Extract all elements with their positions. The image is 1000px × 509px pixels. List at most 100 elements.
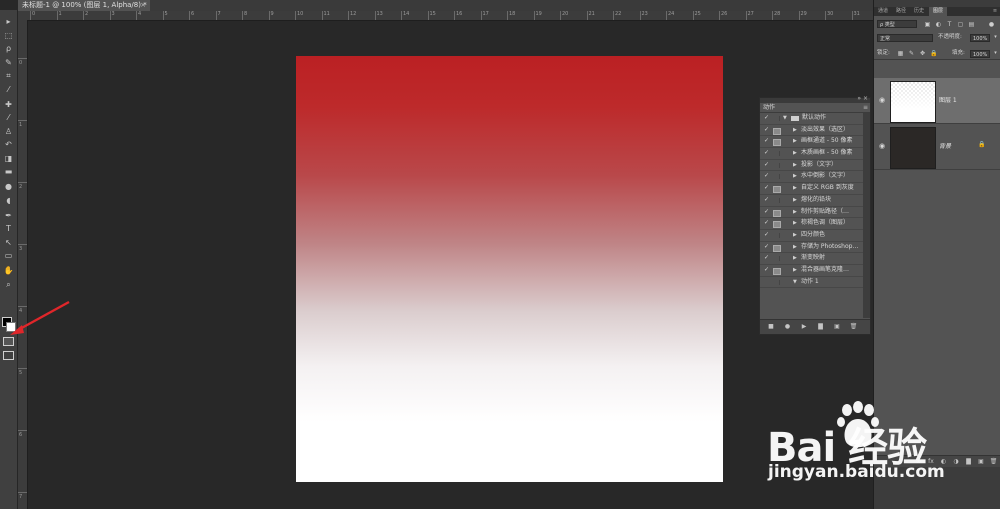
dialog-toggle-icon[interactable] [773, 127, 781, 135]
delete-button[interactable]: 🗑 [849, 322, 859, 332]
lock-paint-icon[interactable]: ✎ [908, 50, 915, 57]
check-icon[interactable]: ✓ [763, 113, 770, 123]
quick-select-tool[interactable]: ✎ [2, 57, 15, 68]
close-icon[interactable]: × [140, 0, 146, 11]
eye-icon[interactable]: ◉ [877, 96, 887, 104]
disclosure-triangle-icon[interactable]: ▼ [793, 277, 797, 287]
action-row[interactable]: ✓ ▶ 投影（文字） [760, 160, 863, 172]
play-button[interactable]: ▶ [799, 322, 809, 332]
action-row[interactable]: ✓ ▶ 渐变映射 [760, 253, 863, 265]
document-canvas[interactable] [296, 56, 723, 482]
dialog-toggle-icon[interactable] [773, 244, 781, 252]
stop-button[interactable]: ■ [766, 322, 776, 332]
disclosure-triangle-icon[interactable]: ▶ [793, 125, 797, 135]
opacity-input[interactable]: 100% [970, 34, 990, 42]
actions-scrollbar[interactable] [863, 113, 870, 318]
check-icon[interactable]: ✓ [763, 207, 770, 217]
tab-paths[interactable]: 路径 [893, 7, 909, 16]
check-icon[interactable]: ✓ [763, 171, 770, 181]
dialog-toggle-icon[interactable] [773, 186, 781, 194]
check-icon[interactable]: ✓ [763, 148, 770, 158]
dialog-toggle-icon[interactable] [773, 174, 780, 180]
dialog-toggle-icon[interactable] [773, 139, 781, 147]
dialog-toggle-icon[interactable] [773, 267, 781, 275]
collapse-icon[interactable]: » × [857, 95, 868, 102]
panel-menu-icon[interactable]: ≡ [863, 103, 868, 112]
layer-filter-select[interactable]: ρ 类型 [877, 20, 917, 28]
filter-smart-icon[interactable]: ▤ [968, 21, 975, 28]
action-row[interactable]: ✓ ▶ 混合器画笔克隆… [760, 265, 863, 277]
dialog-toggle-icon[interactable] [773, 256, 780, 262]
gradient-tool[interactable]: ▬ [2, 166, 15, 177]
stamp-tool[interactable]: ♙ [2, 126, 15, 137]
new-action-button[interactable]: ▣ [832, 322, 842, 332]
type-tool[interactable]: T [2, 223, 15, 234]
fill-input[interactable]: 100% [970, 50, 990, 58]
action-row[interactable]: ▼ 动作 1 [760, 277, 863, 289]
zoom-tool[interactable]: ⌕ [2, 279, 15, 290]
disclosure-triangle-icon[interactable]: ▶ [793, 218, 797, 228]
move-tool[interactable]: ▸ [2, 16, 15, 27]
filter-toggle-icon[interactable]: ● [988, 21, 995, 28]
check-icon[interactable]: ✓ [763, 136, 770, 146]
disclosure-triangle-icon[interactable]: ▶ [793, 148, 797, 158]
eraser-tool[interactable]: ◨ [2, 153, 15, 164]
dialog-toggle-icon[interactable] [773, 197, 780, 203]
check-icon[interactable]: ✓ [763, 160, 770, 170]
blur-tool[interactable]: ● [2, 181, 15, 192]
ruler-horizontal[interactable]: 0 1 2 3 4 5 6 7 8 9 10 11 12 13 14 15 16 17 18 19 20 21 22 23 24… [18, 11, 873, 21]
check-icon[interactable]: ✓ [763, 195, 770, 205]
action-row[interactable]: ✓ ▶ 存储为 Photoshop… [760, 242, 863, 254]
action-row[interactable]: ✓ ▶ 棕褐色调（图层） [760, 218, 863, 230]
dodge-tool[interactable]: ◖ [2, 195, 15, 206]
action-row[interactable]: ✓ ▶ 制作剪贴路径（… [760, 207, 863, 219]
opacity-dropdown-icon[interactable]: ▾ [992, 34, 999, 41]
dialog-toggle-icon[interactable] [773, 232, 780, 238]
healing-tool[interactable]: ✚ [2, 99, 15, 110]
path-select-tool[interactable]: ↖ [2, 237, 15, 248]
disclosure-triangle-icon[interactable]: ▶ [793, 171, 797, 181]
layer-name[interactable]: 背景 [939, 141, 951, 150]
tab-history[interactable]: 历史 [911, 7, 927, 16]
disclosure-triangle-icon[interactable]: ▶ [793, 230, 797, 240]
lock-position-icon[interactable]: ✥ [919, 50, 926, 57]
action-row[interactable]: ✓ ▶ 自定义 RGB 到灰度 [760, 183, 863, 195]
record-button[interactable]: ● [783, 322, 793, 332]
blend-mode-select[interactable]: 正常 [877, 34, 933, 42]
disclosure-triangle-icon[interactable]: ▼ [783, 113, 787, 123]
filter-adjust-icon[interactable]: ◐ [935, 21, 942, 28]
layer-row[interactable]: ◉ 图层 1 [874, 78, 1000, 124]
action-row[interactable]: ✓ ▶ 四分颜色 [760, 230, 863, 242]
eye-icon[interactable]: ◉ [877, 142, 887, 150]
filter-type-icon[interactable]: T [946, 21, 953, 28]
crop-tool[interactable]: ⌗ [2, 70, 15, 81]
shape-tool[interactable]: ▭ [2, 250, 15, 261]
marquee-tool[interactable]: ⬚ [2, 30, 15, 41]
ruler-vertical[interactable]: 01234567 [18, 20, 28, 509]
disclosure-triangle-icon[interactable]: ▶ [793, 195, 797, 205]
layer-row[interactable]: ◉ 背景 🔒 [874, 124, 1000, 170]
disclosure-triangle-icon[interactable]: ▶ [793, 253, 797, 263]
layer-name[interactable]: 图层 1 [939, 95, 957, 104]
disclosure-triangle-icon[interactable]: ▶ [793, 136, 797, 146]
fill-dropdown-icon[interactable]: ▾ [992, 50, 999, 57]
pen-tool[interactable]: ✒ [2, 210, 15, 221]
check-icon[interactable]: ✓ [763, 230, 770, 240]
screen-mode-button[interactable] [3, 351, 14, 360]
tab-layers[interactable]: 图层 [929, 7, 947, 16]
check-icon[interactable]: ✓ [763, 125, 770, 135]
dialog-toggle-icon[interactable] [773, 279, 780, 285]
tab-actions[interactable]: 动作 [760, 103, 785, 112]
check-icon[interactable]: ✓ [763, 183, 770, 193]
check-icon[interactable]: ✓ [763, 265, 770, 275]
disclosure-triangle-icon[interactable]: ▶ [793, 242, 797, 252]
dialog-toggle-icon[interactable] [773, 162, 780, 168]
action-row[interactable]: ✓ ▶ 淡出效果（选区） [760, 125, 863, 137]
dialog-toggle-icon[interactable] [773, 151, 780, 157]
filter-pixel-icon[interactable]: ▣ [924, 21, 931, 28]
dialog-toggle-icon[interactable] [773, 221, 781, 229]
disclosure-triangle-icon[interactable]: ▶ [793, 207, 797, 217]
document-tab[interactable]: 未标题-1 @ 100% (图层 1, Alpha/8) * × [18, 0, 150, 11]
lock-transparent-icon[interactable]: ▦ [897, 50, 904, 57]
check-icon[interactable]: ✓ [763, 253, 770, 263]
